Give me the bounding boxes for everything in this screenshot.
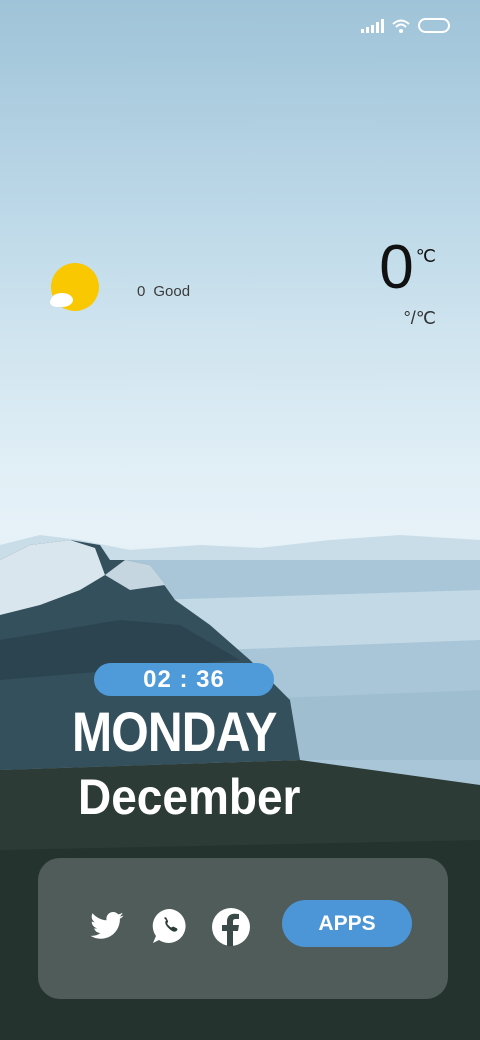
wifi-icon [392,19,410,33]
month-name: December [78,769,301,825]
temperature-unit: ℃ [415,246,436,266]
partly-sunny-icon [50,263,99,311]
app-dock: APPS [38,858,448,999]
battery-icon [418,18,450,33]
day-of-week: MONDAY [72,700,277,763]
temperature: 0 ℃ [379,232,436,304]
twitter-icon [90,912,124,939]
facebook-button[interactable] [210,906,252,948]
signal-icon [361,18,384,33]
aqi-value: 0 [137,283,146,300]
whatsapp-button[interactable] [150,906,190,946]
twitter-button[interactable] [88,908,126,946]
apps-button[interactable]: APPS [282,900,412,947]
clock-time: 02 : 36 [94,663,274,696]
aqi-label: Good [153,283,191,300]
temperature-value: 0 [379,233,414,302]
whatsapp-icon [152,908,186,943]
status-bar [361,18,450,33]
air-quality: 0 Good [137,283,190,300]
facebook-icon [212,908,250,946]
temperature-range: °/℃ [403,308,436,328]
